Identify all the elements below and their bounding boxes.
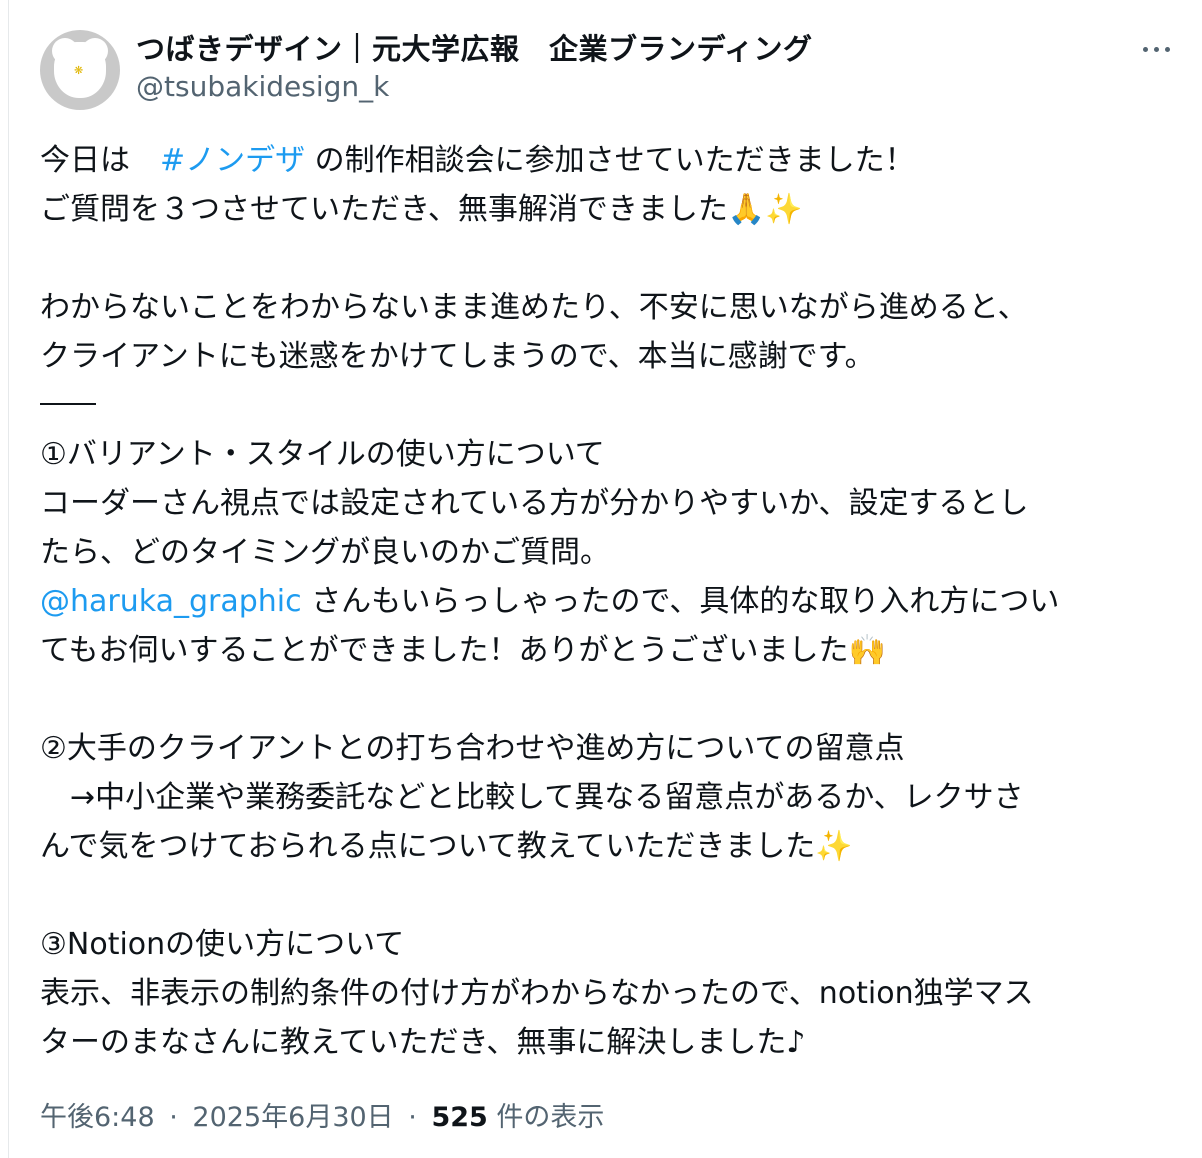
author-display-name[interactable]: つばきデザイン｜元大学広報 企業ブランディング [136, 32, 812, 66]
post-date-link[interactable]: 2025年6月30日 [192, 1102, 393, 1133]
tweet-meta: 午後6:48 · 2025年6月30日 · 525 件の表示 [40, 1098, 604, 1138]
section-title: ②大手のクライアントとの打ち合わせや進め方についての留意点 [40, 731, 905, 766]
text-line: わからないことをわからないまま進めたり、不安に思いながら進めると、 [40, 290, 1028, 325]
section-title: ①バリアント・スタイルの使い方について [40, 437, 605, 472]
text-segment: 今日は [40, 143, 160, 178]
text-line: たら、どのタイミングが良いのかご質問。 [40, 535, 610, 570]
tweet-header: ❋ つばきデザイン｜元大学広報 企業ブランディング @tsubakidesign… [40, 30, 1180, 110]
more-horizontal-icon-dot [1164, 46, 1170, 52]
text-line: ご質問を３つさせていただき、無事解消できました🙏✨ [40, 192, 803, 227]
tweet: ❋ つばきデザイン｜元大学広報 企業ブランディング @tsubakidesign… [0, 0, 1202, 1158]
author-handle[interactable]: @tsubakidesign_k [136, 70, 389, 104]
camellia-logo-icon: ❋ [52, 38, 108, 98]
separator-dot: · [408, 1102, 417, 1133]
text-segment: さんもいらっしゃったので、具体的な取り入れ方につい [301, 584, 1060, 619]
more-horizontal-icon-dot [1153, 46, 1159, 52]
text-line: →中小企業や業務委託などと比較して異なる留意点があるか、レクサさ [40, 780, 1024, 815]
text-segment: の制作相談会に参加させていただきました！ [305, 143, 915, 178]
views-label: 件の表示 [496, 1102, 605, 1133]
more-horizontal-icon-dot [1142, 46, 1148, 52]
views-count[interactable]: 525 [431, 1102, 487, 1133]
section-title: ③Notionの使い方について [40, 927, 405, 962]
text-line: てもお伺いすることができました！ありがとうございました🙌 [40, 633, 886, 668]
text-line: ターのまなさんに教えていただき、無事に解決しました♪ [40, 1025, 806, 1060]
text-line: @haruka_graphic さんもいらっしゃったので、具体的な取り入れ方につ… [40, 577, 1170, 626]
text-line: んで気をつけておられる点について教えていただきました✨ [40, 829, 853, 864]
text-line: 今日は #ノンデザ の制作相談会に参加させていただきました！ [40, 136, 1170, 185]
hashtag-link[interactable]: #ノンデザ [160, 143, 305, 178]
tweet-text: 今日は #ノンデザ の制作相談会に参加させていただきました！ ご質問を３つさせて… [40, 136, 1170, 1067]
text-line: コーダーさん視点では設定されている方が分かりやすいか、設定するとし [40, 486, 1029, 521]
avatar[interactable]: ❋ [40, 30, 120, 110]
flower-mark-icon: ❋ [74, 64, 84, 77]
text-divider [40, 381, 1170, 430]
more-options-button[interactable] [1132, 32, 1180, 66]
text-line: 表示、非表示の制約条件の付け方がわからなかったので、notion独学マス [40, 976, 1034, 1011]
separator-dot: · [169, 1102, 178, 1133]
text-line: クライアントにも迷惑をかけてしまうので、本当に感謝です。 [40, 339, 875, 374]
post-time-link[interactable]: 午後6:48 [40, 1102, 155, 1133]
mention-link[interactable]: @haruka_graphic [40, 584, 302, 619]
